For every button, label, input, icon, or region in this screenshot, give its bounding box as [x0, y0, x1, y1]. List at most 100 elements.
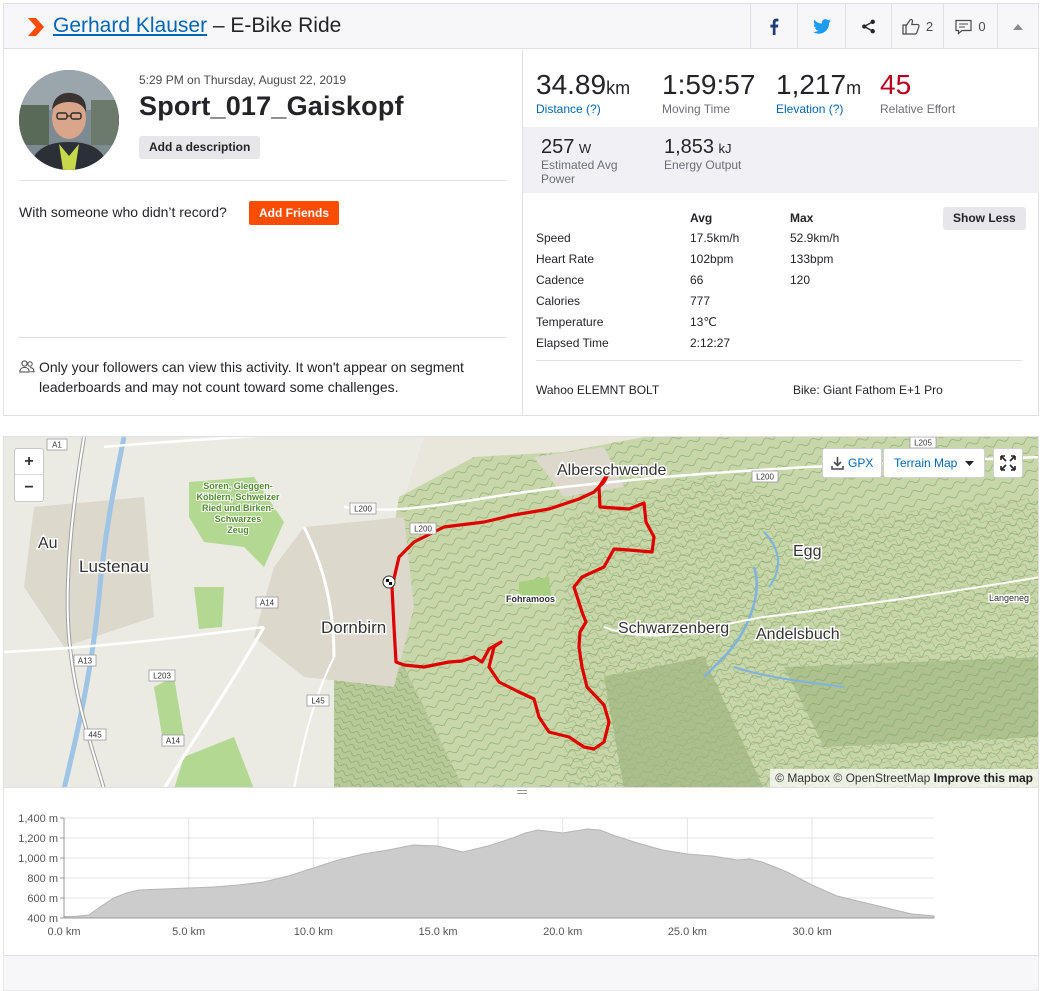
stat-unit: m [846, 78, 862, 98]
place-label: Schwarzes [215, 514, 262, 524]
finish-flag-icon[interactable] [382, 575, 396, 589]
stat-relative-effort[interactable]: 45 Relative Effort [880, 69, 955, 116]
zoom-in-button[interactable]: + [15, 449, 43, 475]
svg-text:L203: L203 [153, 672, 171, 681]
export-gpx-button[interactable]: GPX [822, 448, 883, 478]
share-button[interactable] [845, 4, 891, 49]
x-tick-label: 5.0 km [172, 926, 205, 938]
show-less-button[interactable]: Show Less [943, 207, 1026, 230]
stat-row-avg: 17.5km/h [690, 230, 740, 245]
road-shield: L200 [349, 502, 377, 515]
activity-name[interactable]: Sport_017_Gaiskopf [139, 91, 404, 122]
activity-type-icon [28, 18, 44, 36]
stat-moving-time: 1:59:57 Moving Time [662, 69, 755, 116]
osm-credit[interactable]: © OpenStreetMap [833, 771, 930, 785]
stat-row-avg: 66 [690, 272, 704, 287]
divider [19, 337, 507, 338]
map-type-select[interactable]: Terrain Map [883, 448, 986, 478]
stat-label[interactable]: Distance (?) [536, 102, 630, 116]
share-facebook-button[interactable] [750, 4, 797, 49]
stat-row-max: 133bpm [790, 251, 834, 266]
svg-text:A1: A1 [52, 441, 62, 450]
stat-row-avg: 777 [690, 293, 711, 308]
athlete-link[interactable]: Gerhard Klauser [53, 14, 207, 37]
activity-type-label: – E-Bike Ride [207, 14, 342, 37]
mapbox-credit[interactable]: © Mapbox [775, 771, 830, 785]
stat-row-label: Calories [536, 293, 581, 308]
stat-row: Speed 17.5km/h 52.9km/h [536, 227, 890, 248]
road-shield: A13 [73, 654, 97, 667]
y-tick-label: 1,200 m [18, 833, 58, 845]
share-twitter-button[interactable] [797, 4, 845, 49]
stat-distance: 34.89km Distance (?) [536, 69, 630, 116]
stat-row: Cadence 66 120 [536, 269, 890, 290]
add-friends-button[interactable]: Add Friends [249, 201, 340, 225]
stat-row-max [790, 311, 890, 332]
svg-text:A14: A14 [260, 599, 275, 608]
followers-icon [19, 360, 35, 373]
stat-label[interactable]: Elevation (?) [776, 102, 861, 116]
y-tick-label: 1,000 m [18, 853, 58, 865]
svg-text:L200: L200 [414, 525, 432, 534]
more-stats-table: Avg Max Speed 17.5km/h 52.9km/h Heart Rate 1… [536, 208, 890, 353]
stat-row-avg: 102bpm [690, 251, 734, 266]
x-tick-label: 20.0 km [543, 926, 582, 938]
twitter-icon [812, 19, 831, 34]
divider [536, 360, 1022, 361]
map-type-label: Terrain Map [894, 456, 958, 470]
privacy-note: Only your followers can view this activi… [19, 357, 509, 397]
kudos-button[interactable]: 2 [891, 4, 943, 49]
stat-row: Calories 777 [536, 290, 890, 311]
collapse-button[interactable] [997, 4, 1038, 49]
with-someone-label: With someone who didn’t record? [19, 204, 227, 220]
caret-up-icon [1013, 23, 1023, 30]
place-label: Dornbirn [321, 618, 386, 637]
comment-count: 0 [978, 19, 986, 34]
x-tick-label: 10.0 km [294, 926, 333, 938]
comment-button[interactable]: 0 [943, 4, 997, 49]
fullscreen-button[interactable] [993, 448, 1023, 478]
add-description-button[interactable]: Add a description [139, 136, 261, 159]
bike-name[interactable]: Bike: Giant Fathom E+1 Pro [793, 383, 943, 397]
table-header: Avg Max [536, 208, 890, 227]
stat-row-max [790, 290, 890, 311]
map-canvas[interactable]: A1 L205 L200 L200 L200 A14 A13 L203 L45 … [4, 437, 1039, 788]
place-label: Ried und Birken- [202, 503, 274, 513]
header-max: Max [790, 210, 814, 225]
route-map[interactable]: A1 L205 L200 L200 L200 A14 A13 L203 L45 … [3, 436, 1039, 788]
road-shield: A14 [255, 596, 279, 609]
place-label: Egg [793, 543, 821, 560]
stat-value: 1,853 [664, 136, 715, 158]
svg-text:A13: A13 [78, 657, 93, 666]
download-icon [831, 457, 844, 470]
svg-text:L45: L45 [311, 697, 325, 706]
elevation-chart[interactable]: 400 m 600 m 800 m 1,000 m 1,200 m 1,400 m 0.0 … [4, 788, 1040, 956]
road-shield: L200 [751, 470, 779, 483]
svg-text:L205: L205 [914, 439, 932, 448]
x-tick-label: 30.0 km [792, 926, 831, 938]
zoom-out-button[interactable]: − [15, 475, 43, 501]
place-label: Fohramoos [506, 594, 555, 604]
caret-down-icon [965, 460, 975, 466]
elevation-area [63, 828, 935, 919]
divider [19, 180, 507, 181]
device-name: Wahoo ELEMNT BOLT [536, 383, 660, 397]
avatar[interactable] [19, 70, 119, 170]
improve-map-link[interactable]: Improve this map [934, 771, 1033, 785]
road-shield: 445 [83, 728, 107, 741]
page-footer [3, 956, 1039, 991]
stat-row-max [790, 332, 890, 353]
stat-row-label: Heart Rate [536, 251, 595, 266]
road-shield: L203 [148, 669, 176, 682]
stat-label: Moving Time [662, 102, 731, 116]
stat-value: 45 [880, 69, 912, 100]
activity-summary: 5:29 PM on Thursday, August 22, 2019 Spo… [4, 50, 522, 415]
stat-value: 1,217 [776, 69, 847, 100]
x-tick-label: 15.0 km [418, 926, 457, 938]
road-shield: L205 [909, 437, 937, 449]
elevation-chart-panel: 400 m 600 m 800 m 1,000 m 1,200 m 1,400 m 0.0 … [3, 788, 1039, 956]
place-label: Lustenau [79, 557, 149, 576]
x-tick-label: 25.0 km [668, 926, 707, 938]
thumbs-up-icon [902, 18, 920, 35]
road-shield: L200 [409, 522, 437, 535]
